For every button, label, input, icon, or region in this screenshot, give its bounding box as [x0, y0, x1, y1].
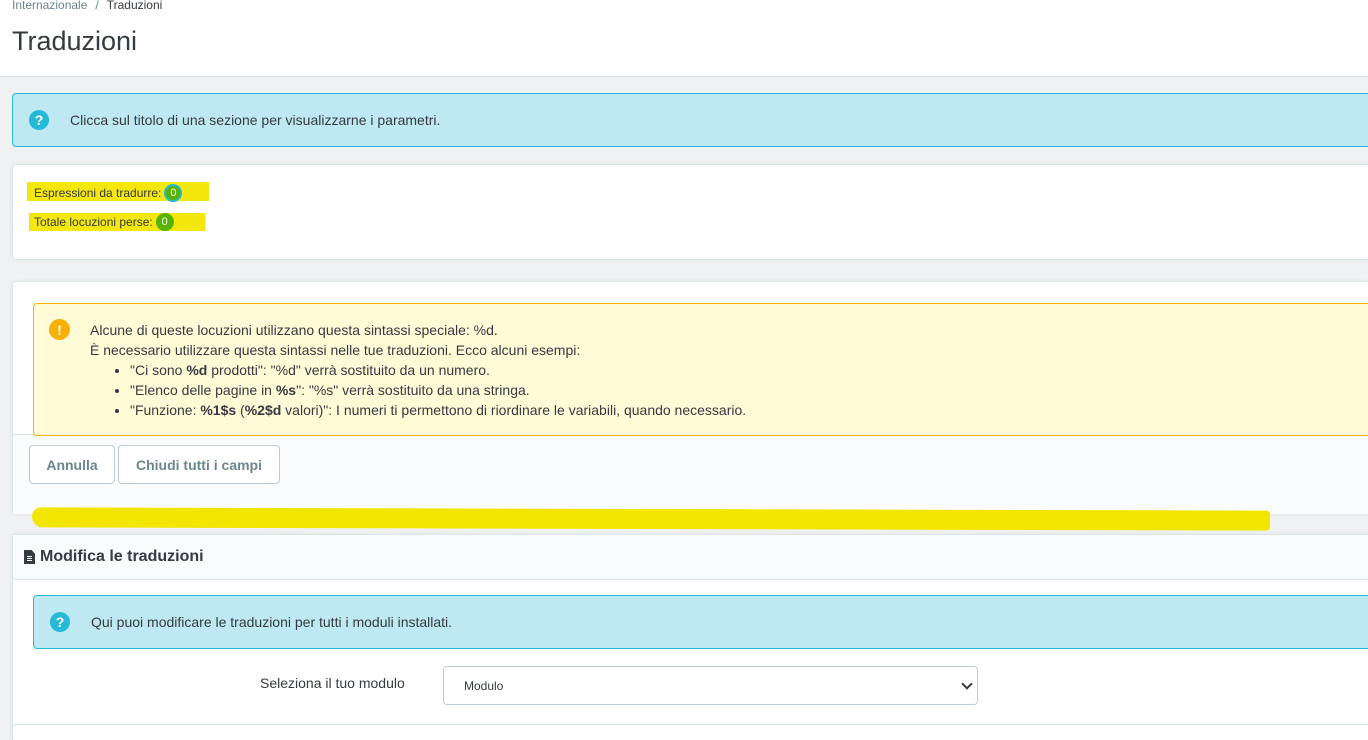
example-syntax: %s [275, 382, 297, 398]
modules-info-text: Qui puoi modificare le traduzioni per tu… [91, 614, 453, 630]
close-all-fields-button[interactable]: Chiudi tutti i campi [118, 445, 280, 484]
modules-info-alert: ? Qui puoi modificare le traduzioni per … [33, 595, 1368, 649]
breadcrumb: Internazionale / Traduzioni [12, 0, 162, 12]
example-syntax: %2$d [244, 402, 282, 418]
info-alert-text: Clicca sul titolo di una sezione per vis… [70, 112, 441, 128]
example-syntax: %d [186, 362, 208, 378]
module-select-label: Seleziona il tuo modulo [260, 675, 405, 691]
file-text-icon [24, 550, 35, 564]
warning-alert: ! Alcune di queste locuzioni utilizzano … [33, 303, 1368, 436]
example-text: "Elenco delle pagine in [130, 382, 276, 398]
breadcrumb-current: Traduzioni [106, 0, 163, 12]
page-header: Internazionale / Traduzioni Traduzioni [0, 0, 1368, 77]
example-text: "Ci sono [130, 362, 187, 378]
page-title: Traduzioni [12, 26, 138, 56]
cancel-button[interactable]: Annulla [29, 445, 115, 484]
question-circle-icon: ? [50, 612, 70, 632]
exclamation-circle-icon: ! [49, 319, 70, 340]
info-alert: ? Clicca sul titolo di una sezione per v… [12, 93, 1368, 147]
warning-line-1: Alcune di queste locuzioni utilizzano qu… [90, 322, 498, 338]
example-syntax: %1$s [200, 402, 237, 418]
expressions-to-translate: Espressioni da tradurre: 0 [34, 184, 183, 202]
panel-header: Modifica le traduzioni [13, 535, 1368, 580]
missing-expressions-label: Totale locuzioni perse: [34, 215, 153, 229]
expressions-count-badge: 0 [164, 184, 183, 202]
examples-list: "Ci sono %d prodotti": "%d" verrà sostit… [130, 360, 746, 420]
list-item: "Ci sono %d prodotti": "%d" verrà sostit… [130, 360, 746, 380]
breadcrumb-separator: / [95, 0, 99, 12]
chevron-down-icon [961, 678, 973, 690]
highlight-swoosh [32, 507, 1270, 531]
expressions-to-translate-label: Espressioni da tradurre: [34, 186, 162, 200]
panel-title: Modifica le traduzioni [40, 548, 204, 565]
form-footer: Annulla Chiudi tutti i campi [13, 434, 1368, 514]
missing-count-badge: 0 [155, 213, 174, 231]
module-select-value: Modulo [464, 678, 504, 693]
list-item: "Elenco delle pagine in %s": "%s" verrà … [130, 380, 746, 400]
example-text: ( [236, 402, 245, 418]
example-text: prodotti": "%d" verrà sostituito da un n… [207, 362, 490, 378]
example-text: "Funzione: [130, 402, 201, 418]
stats-card: Espressioni da tradurre: 0 Totale locuzi… [12, 164, 1368, 260]
list-item: "Funzione: %1$s (%2$d valori)": I numeri… [130, 400, 746, 420]
example-text: valori)": I numeri ti permettono di rior… [281, 402, 747, 418]
warning-body: Alcune di queste locuzioni utilizzano qu… [90, 320, 746, 420]
divider [12, 724, 1368, 725]
breadcrumb-parent[interactable]: Internazionale [12, 0, 87, 12]
missing-expressions: Totale locuzioni perse: 0 [34, 213, 174, 231]
module-select[interactable]: Modulo [443, 666, 978, 705]
example-text: ": "%s" verrà sostituito da una stringa. [296, 382, 530, 398]
question-circle-icon: ? [29, 110, 49, 130]
warning-line-2: È necessario utilizzare questa sintassi … [90, 342, 581, 358]
